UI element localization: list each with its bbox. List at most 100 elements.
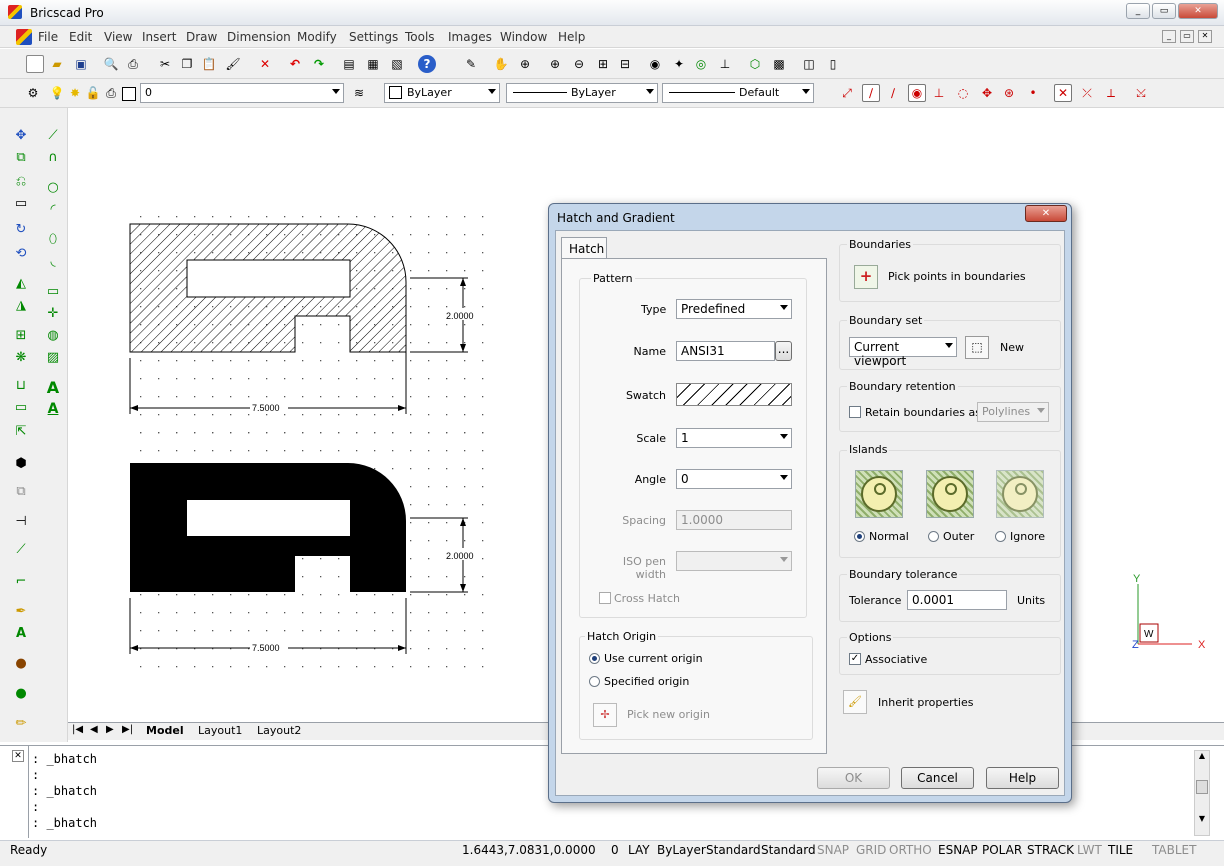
layer-previous-icon[interactable]: ≋ — [350, 84, 368, 102]
menu-help[interactable]: Help — [558, 30, 585, 44]
spacing-field[interactable]: 1.0000 — [676, 510, 792, 530]
status-polar[interactable]: POLAR — [982, 843, 1022, 857]
doc-close-button[interactable]: ✕ — [1198, 30, 1212, 43]
cross-hatch-checkbox[interactable] — [599, 592, 611, 604]
line-icon[interactable]: ⟋ — [44, 126, 62, 144]
scale-dropdown[interactable]: 1 — [676, 428, 792, 448]
visibility-icon[interactable]: ◎ — [692, 55, 710, 73]
help-icon[interactable]: ? — [418, 55, 436, 73]
lineweight-dropdown[interactable]: Default — [662, 83, 814, 103]
redo-icon[interactable]: ↷ — [310, 55, 328, 73]
pencil-icon[interactable]: ✏ — [12, 714, 30, 732]
island-ignore-icon[interactable] — [996, 470, 1044, 518]
slice-icon[interactable]: ⧉ — [12, 482, 30, 500]
status-tile[interactable]: TILE — [1108, 843, 1133, 857]
minimize-button[interactable]: _ — [1126, 3, 1150, 19]
iso-pen-dropdown[interactable] — [676, 551, 792, 571]
angle-dropdown[interactable]: 0 — [676, 469, 792, 489]
new-boundary-set-button[interactable]: ⬚ — [965, 336, 989, 359]
tolerance-field[interactable]: 0.0001 — [907, 590, 1007, 610]
tab-next-button[interactable]: ▶ — [106, 724, 114, 735]
menu-edit[interactable]: Edit — [69, 30, 92, 44]
close-button[interactable]: ✕ — [1178, 3, 1218, 19]
new-icon[interactable] — [26, 55, 44, 73]
menu-images[interactable]: Images — [448, 30, 492, 44]
maximize-button[interactable]: ▭ — [1152, 3, 1176, 19]
rotate3d-icon[interactable]: ⟲ — [12, 244, 30, 262]
edit-polyline-icon[interactable]: ✒ — [12, 602, 30, 620]
single-text-icon[interactable]: A — [44, 400, 62, 418]
hatch-icon[interactable]: ◍ — [44, 326, 62, 344]
multiline-text-icon[interactable]: A — [44, 378, 62, 397]
status-snap[interactable]: SNAP — [817, 843, 849, 857]
undo-icon[interactable]: ↶ — [286, 55, 304, 73]
sketch-icon[interactable]: ✎ — [462, 55, 480, 73]
rectangle-icon[interactable]: ▭ — [44, 282, 62, 300]
status-grid[interactable]: GRID — [856, 843, 886, 857]
retain-boundaries-checkbox[interactable] — [849, 406, 861, 418]
break-icon[interactable]: ● — [12, 654, 30, 672]
trim-icon[interactable]: ⊣ — [12, 512, 30, 530]
associative-checkbox[interactable]: ✓ — [849, 653, 861, 665]
status-textstyle[interactable]: Standard — [706, 843, 761, 857]
open-icon[interactable]: ▰ — [48, 55, 66, 73]
design-center-icon[interactable]: ▦ — [364, 55, 382, 73]
copy-object-icon[interactable]: ⧉ — [12, 148, 30, 166]
layer-lock-icon[interactable]: 🔓 — [84, 84, 102, 102]
ellipse-icon[interactable]: ⬯ — [44, 230, 62, 248]
3d-box-icon[interactable]: ⬡ — [746, 55, 764, 73]
snap-apparent-icon[interactable]: ⤫ — [1078, 84, 1096, 102]
move-icon[interactable]: ✥ — [12, 126, 30, 144]
array-icon[interactable]: ⊞ — [12, 326, 30, 344]
status-ortho[interactable]: ORTHO — [889, 843, 932, 857]
browse-pattern-button[interactable]: ... — [775, 341, 792, 361]
snap-perpendicular-icon[interactable]: ⊥ — [930, 84, 948, 102]
tab-first-button[interactable]: |◀ — [72, 724, 83, 735]
pick-points-button[interactable]: + — [854, 265, 878, 289]
copy-icon[interactable]: ❐ — [178, 55, 196, 73]
status-strack[interactable]: STRACK — [1027, 843, 1074, 857]
menu-view[interactable]: View — [104, 30, 132, 44]
ok-button[interactable]: OK — [817, 767, 890, 789]
snap-clear-icon[interactable]: ⤩ — [1132, 84, 1150, 102]
page-icon[interactable]: ▯ — [824, 55, 842, 73]
rotate-icon[interactable]: ↻ — [12, 220, 30, 238]
zoom-extents-icon[interactable]: ⊟ — [616, 55, 634, 73]
menu-dimension[interactable]: Dimension — [227, 30, 291, 44]
boundary-set-dropdown[interactable]: Current viewport — [849, 337, 957, 368]
snap-node-icon[interactable]: • — [1024, 84, 1042, 102]
command-close-button[interactable]: ✕ — [12, 750, 24, 762]
doc-restore-button[interactable]: ▭ — [1180, 30, 1194, 43]
menu-settings[interactable]: Settings — [349, 30, 398, 44]
view-icon[interactable]: ✦ — [670, 55, 688, 73]
snap-insertion-icon[interactable]: ⊛ — [1000, 84, 1018, 102]
image-icon[interactable]: ▩ — [770, 55, 788, 73]
lengthen-icon[interactable]: ▭ — [12, 398, 30, 416]
use-current-origin-radio[interactable] — [589, 653, 600, 664]
elliptical-arc-icon[interactable]: ◟ — [44, 252, 62, 270]
name-field[interactable]: ANSI31 — [676, 341, 775, 361]
render-icon[interactable]: ◉ — [646, 55, 664, 73]
pan-icon[interactable]: ✋ — [492, 55, 510, 73]
snap-intersection-icon[interactable]: ✕ — [1054, 84, 1072, 102]
dialog-close-button[interactable]: ✕ — [1025, 205, 1067, 222]
snap-tangent-icon[interactable]: ◌ — [954, 84, 972, 102]
island-outer-icon[interactable] — [926, 470, 974, 518]
layer-manager-icon[interactable]: ⚙ — [24, 84, 42, 102]
menu-insert[interactable]: Insert — [142, 30, 176, 44]
status-tablet[interactable]: TABLET — [1152, 843, 1196, 857]
scroll-up-icon[interactable]: ▲ — [1195, 751, 1209, 760]
color-dropdown[interactable]: ByLayer — [384, 83, 500, 103]
print-icon[interactable]: ⎙ — [124, 55, 142, 73]
cancel-button[interactable]: Cancel — [901, 767, 974, 789]
stretch-icon[interactable]: ⊔ — [12, 376, 30, 394]
snap-quadrant-icon[interactable]: ✥ — [978, 84, 996, 102]
edit-text-icon[interactable]: A — [12, 624, 30, 642]
zoom-in-icon[interactable]: ⊕ — [546, 55, 564, 73]
linetype-dropdown[interactable]: ByLayer — [506, 83, 658, 103]
region-icon[interactable]: ● — [12, 684, 30, 702]
zoom-realtime-icon[interactable]: ⊕ — [516, 55, 534, 73]
scroll-down-icon[interactable]: ▼ — [1195, 814, 1209, 823]
save-icon[interactable]: ▣ — [72, 55, 90, 73]
status-lay[interactable]: LAY — [628, 843, 650, 857]
